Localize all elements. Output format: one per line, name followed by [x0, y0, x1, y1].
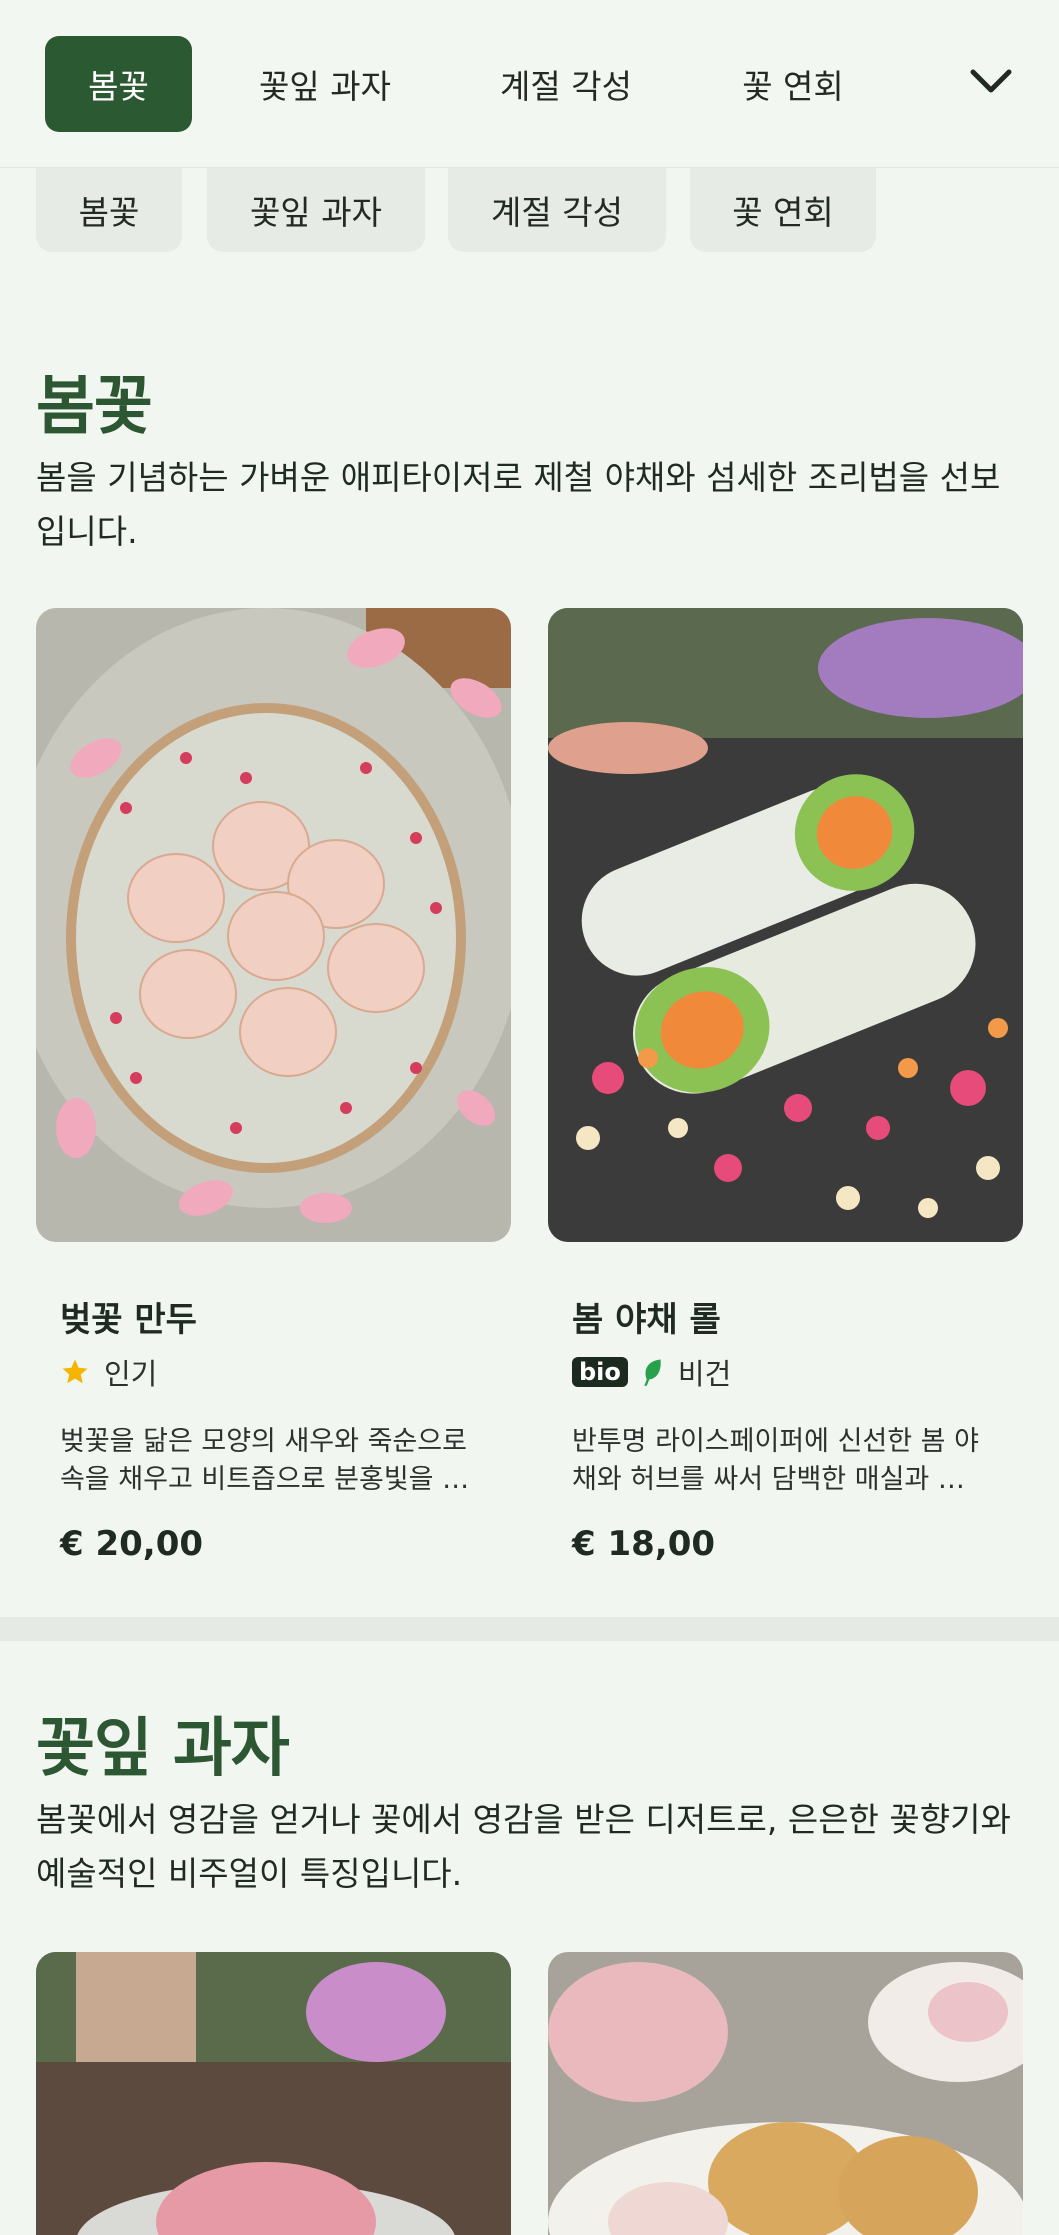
dish-image-cherry-blossom-dumplings[interactable] [36, 608, 511, 1242]
tab-seasonal-awakening[interactable]: 계절 각성 [476, 36, 656, 132]
star-icon [62, 1359, 88, 1384]
dish-image-spring-vegetable-roll[interactable] [548, 608, 1023, 1242]
dish-image-petal-jelly[interactable] [36, 1952, 511, 2235]
bio-badge: bio [572, 1357, 628, 1387]
item-tags: bio 비건 [572, 1352, 731, 1392]
tab-spring-flowers[interactable]: 봄꽃 [45, 36, 192, 132]
item-price: € 20,00 [60, 1524, 204, 1564]
item-description: 반투명 라이스페이퍼에 신선한 봄 야채와 허브를 싸서 담백한 매실과 … [572, 1426, 979, 1495]
tab-petal-sweets[interactable]: 꽃잎 과자 [236, 36, 414, 132]
chip-flower-banquet[interactable]: 꽃 연회 [690, 168, 876, 252]
item-tags: 인기 [60, 1352, 157, 1392]
category-tab-bar: 봄꽃 꽃잎 과자 계절 각성 꽃 연회 [0, 0, 1059, 168]
item-description: 벚꽃을 닮은 모양의 새우와 죽순으로 속을 채우고 비트즙으로 분홍빛을 … [60, 1426, 470, 1495]
tab-flower-banquet[interactable]: 꽃 연회 [718, 36, 868, 132]
section-description: 봄을 기념하는 가벼운 애피타이저로 제철 야채와 섬세한 조리법을 선보입니다… [36, 458, 1001, 551]
tag-label-vegan: 비건 [677, 1357, 732, 1391]
chip-petal-sweets[interactable]: 꽃잎 과자 [207, 168, 425, 252]
chevron-down-icon[interactable] [967, 62, 1015, 102]
item-name[interactable]: 벚꽃 만두 [60, 1292, 197, 1341]
category-chip-row: 봄꽃 꽃잎 과자 계절 각성 꽃 연회 [0, 168, 1059, 254]
section-title: 꽃잎 과자 [36, 1712, 290, 1786]
section-divider [0, 1617, 1059, 1641]
tag-label-popular: 인기 [104, 1357, 158, 1391]
leaf-icon [644, 1359, 661, 1386]
dish-image-flower-cookies[interactable] [548, 1952, 1023, 2235]
section-description: 봄꽃에서 영감을 얻거나 꽃에서 영감을 받은 디저트로, 은은한 꽃향기와 예… [36, 1800, 1011, 1893]
item-price: € 18,00 [572, 1524, 716, 1564]
chip-seasonal-awakening[interactable]: 계절 각성 [448, 168, 666, 252]
section-title: 봄꽃 [36, 370, 153, 444]
item-name[interactable]: 봄 야채 롤 [572, 1292, 721, 1341]
chip-spring-flowers[interactable]: 봄꽃 [36, 168, 182, 252]
